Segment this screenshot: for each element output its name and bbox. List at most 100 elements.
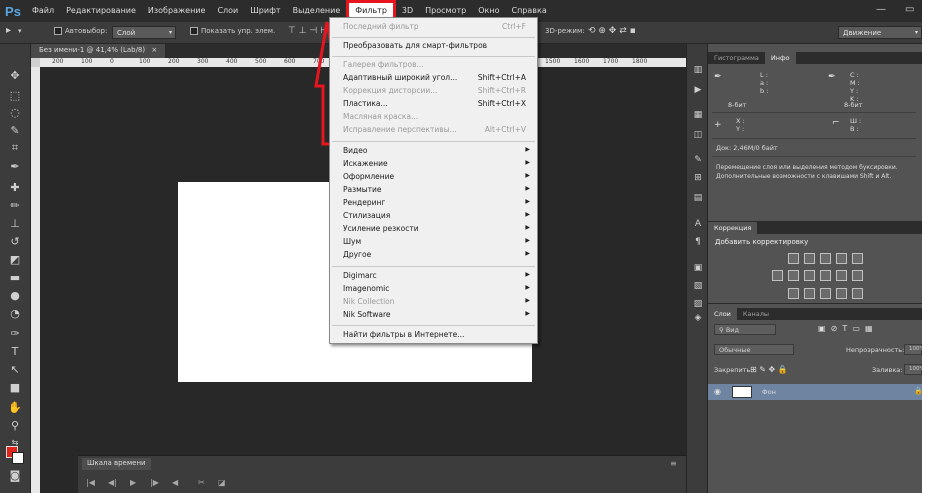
menu-item-browse-online[interactable]: Найти фильтры в Интернете... xyxy=(343,330,533,342)
3d-mode-icons[interactable]: ⟲ ⊕ ✥ ⇄ ▪ xyxy=(588,26,636,36)
lasso-tool-icon[interactable]: ◌ xyxy=(8,105,22,119)
menu-item-vanishing-point[interactable]: Исправление перспективы... Alt+Ctrl+V xyxy=(343,125,533,137)
menu-item-liquify[interactable]: Пластика... Shift+Ctrl+X xyxy=(343,99,533,111)
brightness-icon[interactable] xyxy=(788,253,799,264)
menu-item-blur[interactable]: Размытие ▶ xyxy=(343,185,533,197)
color-lookup-icon[interactable] xyxy=(852,270,863,281)
panel-menu-icon[interactable]: ≡ xyxy=(670,459,677,468)
tool-presets-icon[interactable]: ⊞ xyxy=(692,172,704,184)
tab-adjustments[interactable]: Коррекция xyxy=(708,222,758,234)
minimize-icon[interactable]: — xyxy=(876,4,886,15)
threshold-icon[interactable] xyxy=(820,288,831,299)
menu-layers[interactable]: Слои xyxy=(211,0,244,22)
dodge-tool-icon[interactable]: ◔ xyxy=(8,306,22,320)
vertical-ruler[interactable] xyxy=(31,67,40,493)
invert-icon[interactable] xyxy=(788,288,799,299)
next-frame-icon[interactable]: |▶ xyxy=(150,478,159,487)
color-balance-icon[interactable] xyxy=(788,270,799,281)
menu-type[interactable]: Шрифт xyxy=(244,0,286,22)
photo-filter-icon[interactable] xyxy=(820,270,831,281)
eraser-tool-icon[interactable]: ◩ xyxy=(8,252,22,266)
layer-filter-icons[interactable]: ▣ ⊘ T ▭ ▦ xyxy=(818,324,873,333)
vibrance-icon[interactable] xyxy=(852,253,863,264)
document-tab[interactable]: Без имени-1 @ 41,4% (Lab/8) × xyxy=(31,44,166,58)
character-icon[interactable]: A xyxy=(692,218,704,230)
posterize-icon[interactable] xyxy=(804,288,815,299)
tab-info[interactable]: Инфо xyxy=(764,52,796,64)
black-white-icon[interactable] xyxy=(804,270,815,281)
levels-icon[interactable] xyxy=(804,253,815,264)
crop-tool-icon[interactable]: ⌗ xyxy=(8,141,22,155)
move-tool-icon[interactable]: ▸ xyxy=(6,25,11,36)
menu-item-video[interactable]: Видео ▶ xyxy=(343,146,533,158)
audio-icon[interactable]: ◀ xyxy=(172,478,178,487)
hand-tool-icon[interactable]: ✋ xyxy=(8,400,22,414)
channel-mixer-icon[interactable] xyxy=(836,270,847,281)
menu-item-filter-gallery[interactable]: Галерея фильтров... xyxy=(343,60,533,72)
opacity-input[interactable]: 100% xyxy=(904,344,922,355)
brush-tool-icon[interactable]: ✏ xyxy=(8,198,22,212)
eyedropper-tool-icon[interactable]: ✒ xyxy=(8,159,22,173)
menu-file[interactable]: Файл xyxy=(26,0,60,22)
pen-tool-icon[interactable]: ✑ xyxy=(8,326,22,340)
menu-item-sharpen[interactable]: Усиление резкости ▶ xyxy=(343,224,533,236)
shape-tool-icon[interactable]: ■ xyxy=(8,380,22,394)
tab-layers[interactable]: Слои xyxy=(708,308,737,320)
actions-icon[interactable]: ▶ xyxy=(692,84,704,96)
tab-channels[interactable]: Каналы xyxy=(737,308,775,320)
menu-item-adaptive-wide-angle[interactable]: Адаптивный широкий угол... Shift+Ctrl+A xyxy=(343,73,533,85)
exposure-icon[interactable] xyxy=(836,253,847,264)
notes-icon[interactable]: ▨ xyxy=(692,298,704,310)
type-tool-icon[interactable]: T xyxy=(8,344,22,358)
menu-item-other[interactable]: Другое ▶ xyxy=(343,250,533,262)
styles-icon[interactable]: ◫ xyxy=(692,129,704,141)
layer-comps-icon[interactable]: ▣ xyxy=(692,262,704,274)
menu-item-last-filter[interactable]: Последний фильтр Ctrl+F xyxy=(343,22,533,34)
3d-icon[interactable]: ◈ xyxy=(692,312,704,324)
layer-row-background[interactable]: ◉ Фон 🔒 xyxy=(708,384,922,400)
gradient-map-icon[interactable] xyxy=(836,288,847,299)
menu-item-convert-smart[interactable]: Преобразовать для смарт-фильтров xyxy=(343,41,533,53)
history-icon[interactable]: ▥ xyxy=(692,64,704,76)
tab-histogram[interactable]: Гистограмма xyxy=(708,52,765,64)
tool-preset-caret-icon[interactable]: ▾ xyxy=(18,27,22,35)
menu-item-noise[interactable]: Шум ▶ xyxy=(343,237,533,249)
lock-icons[interactable]: ⊞ ✎ ✥ 🔒 xyxy=(750,365,788,374)
healing-tool-icon[interactable]: ✚ xyxy=(8,180,22,194)
hue-saturation-icon[interactable] xyxy=(772,270,783,281)
swatches-icon[interactable]: ▦ xyxy=(692,109,704,121)
curves-icon[interactable] xyxy=(820,253,831,264)
paragraph-icon[interactable]: ¶ xyxy=(692,236,704,248)
autoselect-select[interactable]: Слой ▾ xyxy=(112,26,176,39)
layer-filter-select[interactable]: ⚲ Вид xyxy=(714,324,776,335)
menu-item-distort[interactable]: Искажение ▶ xyxy=(343,159,533,171)
menu-item-lens-correction[interactable]: Коррекция дисторсии... Shift+Ctrl+R xyxy=(343,86,533,98)
eye-icon[interactable]: ◉ xyxy=(714,387,721,396)
paths-icon[interactable]: ▤ xyxy=(692,192,704,204)
first-frame-icon[interactable]: |◀ xyxy=(86,478,95,487)
menu-item-pixelate[interactable]: Оформление ▶ xyxy=(343,172,533,184)
menu-item-digimarc[interactable]: Digimarc ▶ xyxy=(343,271,533,283)
quick-mask-icon[interactable]: ◙ xyxy=(8,468,22,482)
menu-item-render[interactable]: Рендеринг ▶ xyxy=(343,198,533,210)
blur-tool-icon[interactable]: ● xyxy=(8,288,22,302)
menu-item-nik-collection[interactable]: Nik Collection ▶ xyxy=(343,297,533,309)
menu-edit[interactable]: Редактирование xyxy=(60,0,142,22)
marquee-tool-icon[interactable]: ⬚ xyxy=(8,88,22,102)
menu-item-oil-paint[interactable]: Масляная краска... xyxy=(343,112,533,124)
autoselect-checkbox[interactable]: Автовыбор: xyxy=(54,27,107,35)
timeline-tab[interactable]: Шкала времени xyxy=(82,458,151,470)
menu-item-nik-software[interactable]: Nik Software ▶ xyxy=(343,310,533,322)
blend-mode-select[interactable]: Обычные xyxy=(714,344,794,355)
zoom-tool-icon[interactable]: ⚲ xyxy=(8,418,22,432)
brush-presets-icon[interactable]: ✎ xyxy=(692,154,704,166)
background-color-swatch[interactable] xyxy=(12,452,24,464)
prev-frame-icon[interactable]: ◀| xyxy=(108,478,117,487)
play-icon[interactable]: ▶ xyxy=(130,478,136,487)
quick-select-tool-icon[interactable]: ✎ xyxy=(8,123,22,137)
menu-item-stylize[interactable]: Стилизация ▶ xyxy=(343,211,533,223)
gradient-tool-icon[interactable]: ▬ xyxy=(8,270,22,284)
stamp-tool-icon[interactable]: ⊥ xyxy=(8,216,22,230)
path-select-tool-icon[interactable]: ↖ xyxy=(8,362,22,376)
close-icon[interactable]: × xyxy=(151,46,157,54)
